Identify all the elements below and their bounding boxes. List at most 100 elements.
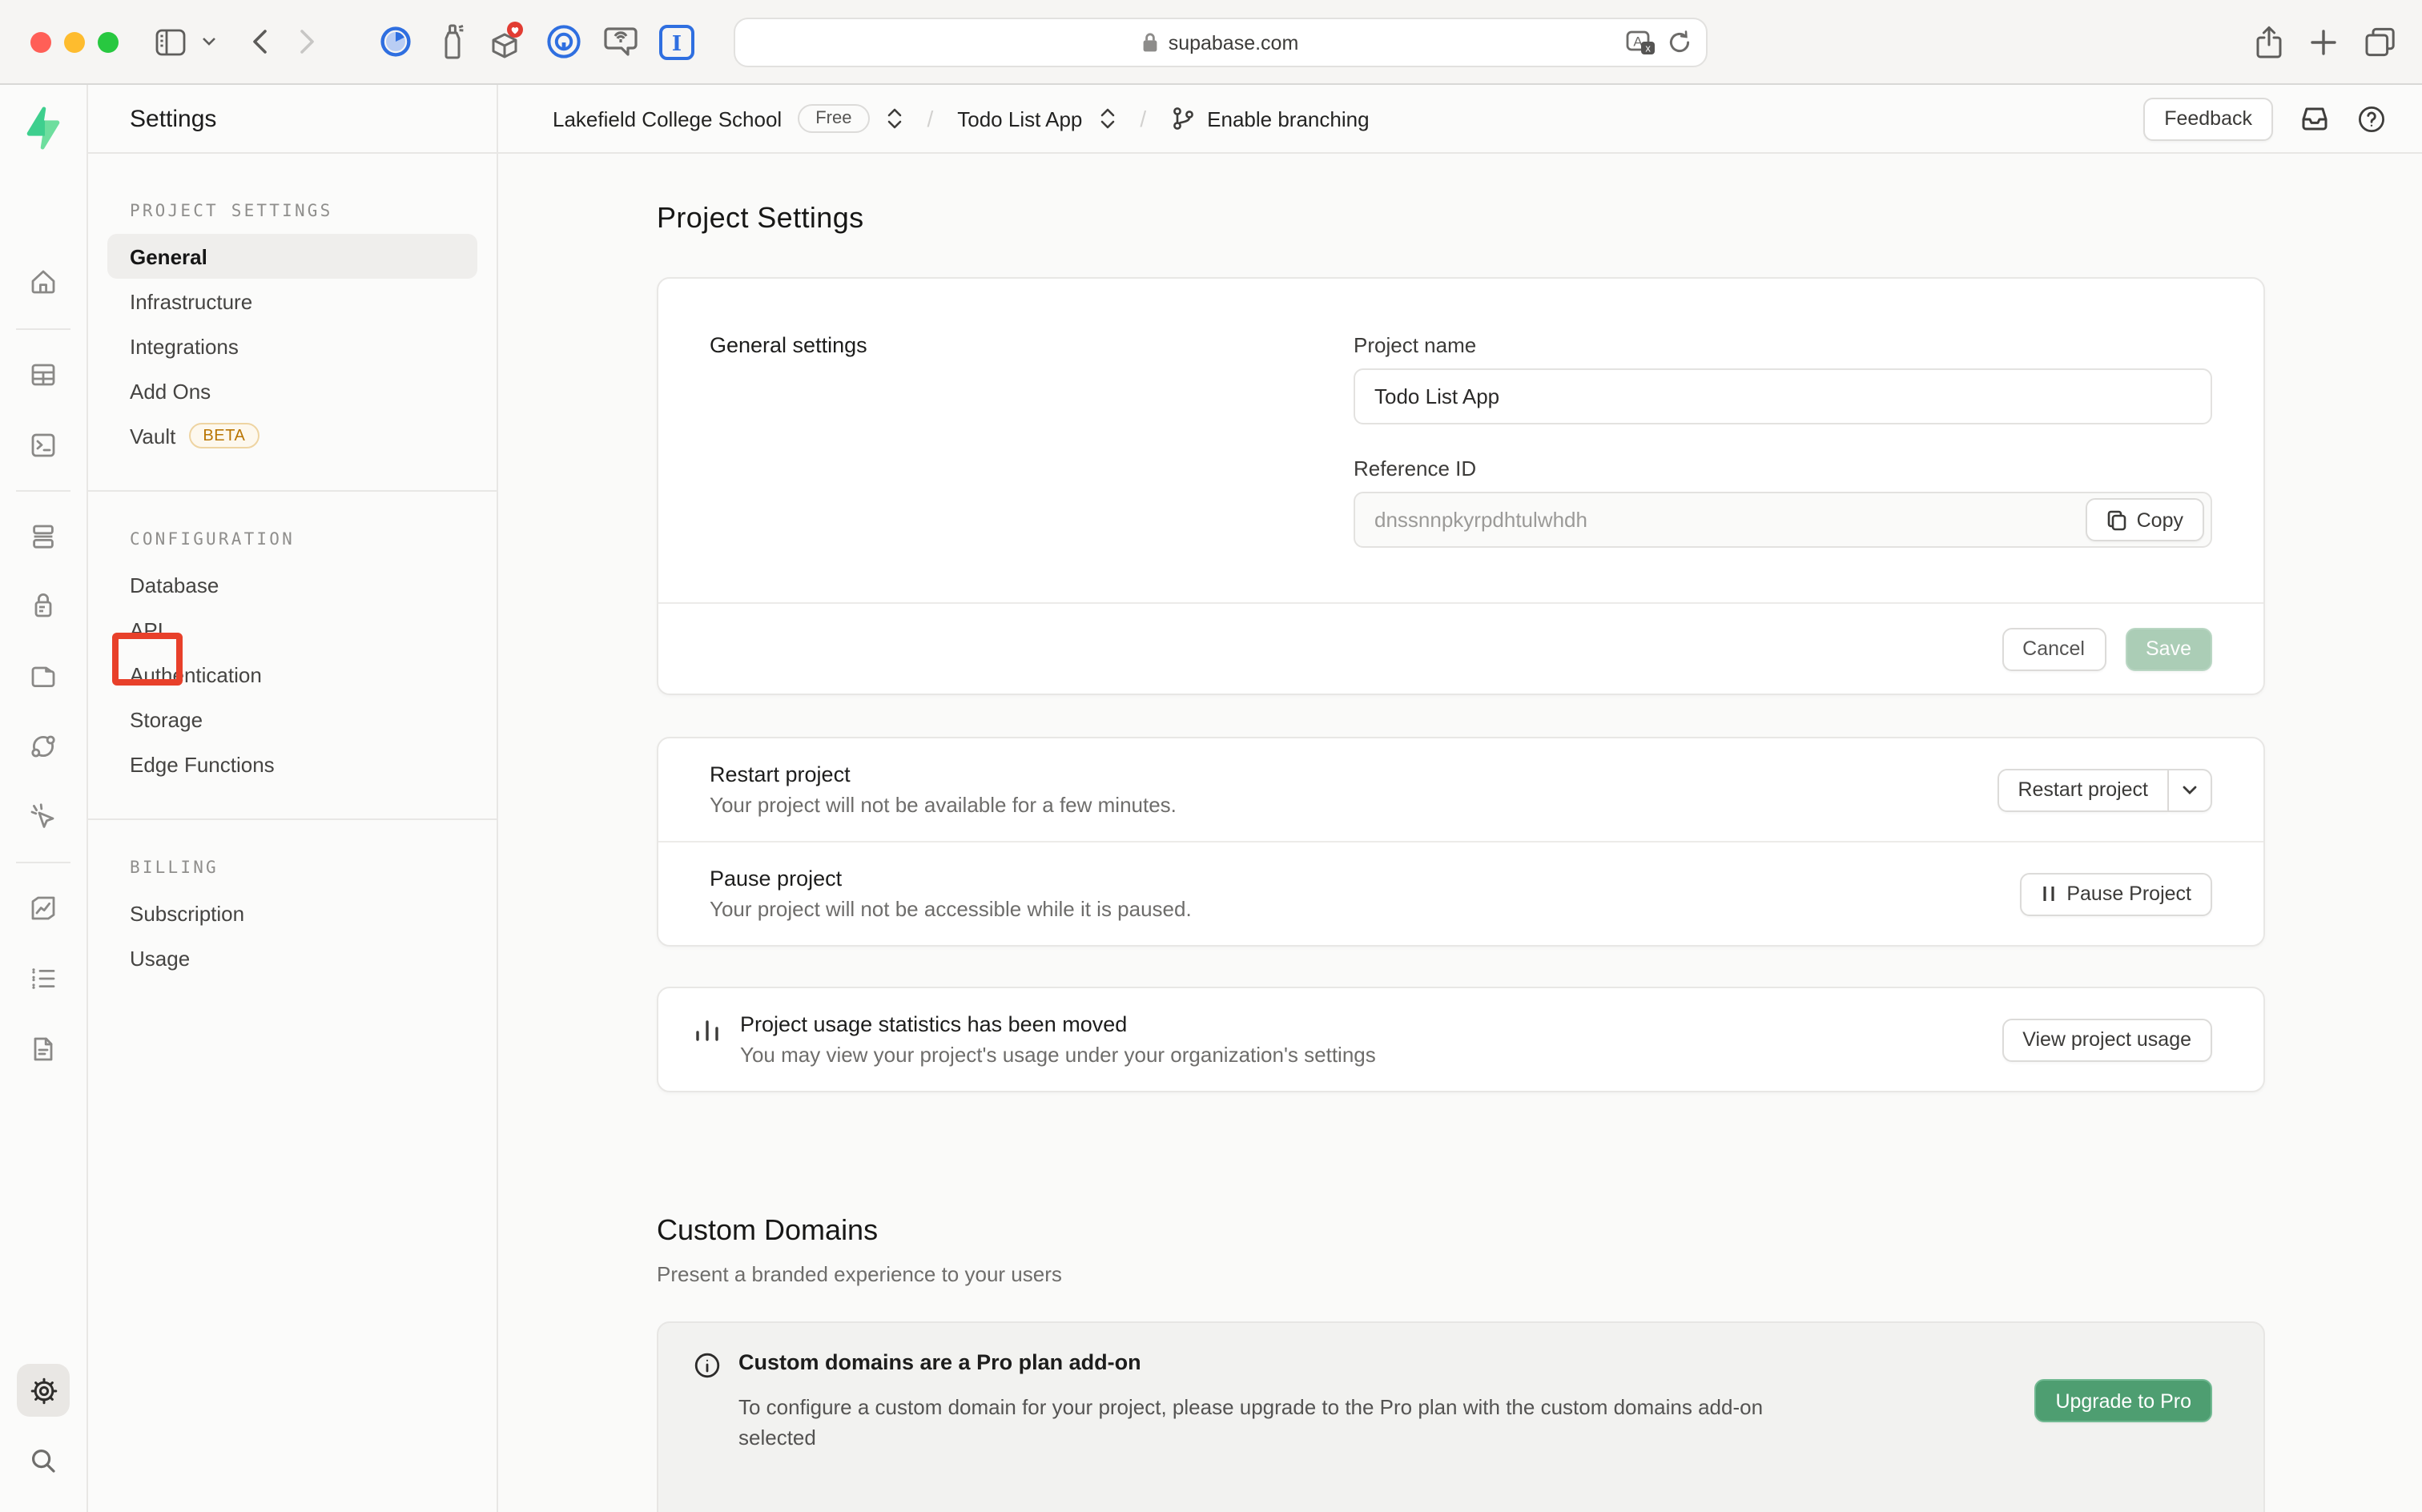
supabase-logo[interactable] — [22, 107, 64, 150]
restart-project-button[interactable]: Restart project — [1997, 768, 2169, 811]
realtime-icon[interactable] — [27, 730, 59, 762]
usage-moved-card: Project usage statistics has been moved … — [657, 987, 2265, 1092]
sidebar-item-storage[interactable]: Storage — [88, 697, 497, 742]
onepassword-extension-icon[interactable] — [543, 21, 585, 62]
general-settings-label: General settings — [710, 333, 1354, 548]
project-name-input[interactable] — [1354, 368, 2212, 424]
reload-icon[interactable] — [1668, 30, 1692, 54]
reference-id-label: Reference ID — [1354, 456, 2212, 481]
view-project-usage-button[interactable]: View project usage — [2002, 1018, 2212, 1061]
project-switcher-icon[interactable] — [1098, 107, 1116, 130]
speech-bubble-extension-icon[interactable] — [599, 21, 641, 62]
logs-icon[interactable] — [27, 963, 59, 995]
advisors-icon[interactable] — [27, 801, 59, 833]
pro-plan-alert-card: Custom domains are a Pro plan add-on To … — [657, 1321, 2265, 1512]
sidebar-item-subscription[interactable]: Subscription — [88, 891, 497, 935]
sidebar-item-add-ons[interactable]: Add Ons — [88, 368, 497, 413]
home-icon[interactable] — [27, 266, 59, 298]
breadcrumb-divider: / — [927, 106, 933, 131]
instapaper-extension-icon[interactable]: I — [655, 21, 697, 62]
settings-gear-icon[interactable] — [17, 1364, 70, 1417]
search-icon[interactable] — [27, 1445, 59, 1477]
package-heart-extension-icon[interactable] — [487, 21, 529, 62]
address-bar[interactable]: supabase.com Ax — [734, 18, 1708, 67]
restart-project-title: Restart project — [710, 762, 1177, 786]
inbox-icon[interactable] — [2299, 104, 2331, 133]
upgrade-to-pro-button[interactable]: Upgrade to Pro — [2034, 1379, 2212, 1422]
reference-id-input — [1354, 492, 2212, 548]
org-switcher-icon[interactable] — [885, 107, 903, 130]
breadcrumb-project[interactable]: Todo List App — [957, 107, 1082, 131]
project-header-bar: Lakefield College School Free / Todo Lis… — [498, 85, 2422, 154]
general-settings-card: General settings Project name Reference … — [657, 277, 2265, 695]
help-icon[interactable] — [2356, 103, 2387, 134]
settings-sidebar: Settings PROJECT SETTINGS General Infras… — [88, 85, 498, 1512]
sidebar-item-api[interactable]: API — [88, 607, 497, 652]
project-name-label: Project name — [1354, 333, 2212, 357]
copy-button[interactable]: Copy — [2086, 498, 2204, 541]
sidebar-item-database[interactable]: Database — [88, 562, 497, 607]
window-controls — [30, 31, 119, 52]
sidebar-item-edge-functions[interactable]: Edge Functions — [88, 742, 497, 786]
sidebar-item-infrastructure[interactable]: Infrastructure — [88, 279, 497, 324]
table-editor-icon[interactable] — [27, 359, 59, 391]
spray-bottle-extension-icon[interactable] — [431, 21, 473, 62]
pause-project-row: Pause project Your project will not be a… — [658, 841, 2263, 945]
git-branch-icon — [1170, 106, 1194, 131]
lock-icon — [1147, 34, 1154, 41]
reports-icon[interactable] — [27, 892, 59, 924]
close-window-button[interactable] — [30, 31, 51, 52]
browser-toolbar: I supabase.com Ax — [0, 0, 2422, 85]
authentication-icon[interactable] — [27, 589, 59, 621]
restart-project-description: Your project will not be available for a… — [710, 793, 1177, 817]
page-title: Project Settings — [657, 202, 2422, 235]
sidebar-item-authentication[interactable]: Authentication — [88, 652, 497, 697]
svg-text:I: I — [671, 31, 681, 55]
sidebar-item-vault[interactable]: VaultBETA — [88, 413, 497, 458]
restart-project-row: Restart project Your project will not be… — [658, 738, 2263, 841]
back-button[interactable] — [237, 21, 282, 62]
translate-icon[interactable]: Ax — [1626, 30, 1656, 55]
info-circle-icon — [694, 1352, 721, 1490]
zoom-window-button[interactable] — [98, 31, 119, 52]
enable-branching-button[interactable]: Enable branching — [1207, 107, 1369, 131]
pro-plan-alert-description: To configure a custom domain for your pr… — [738, 1392, 1796, 1453]
pause-project-description: Your project will not be accessible whil… — [710, 897, 1192, 921]
url-text: supabase.com — [1169, 31, 1299, 54]
sidebar-item-general[interactable]: General — [107, 234, 477, 279]
sidebar-title: Settings — [130, 105, 216, 132]
sidebar-item-usage[interactable]: Usage — [88, 935, 497, 980]
svg-text:x: x — [1645, 41, 1651, 53]
sidebar-toggle-icon[interactable] — [147, 21, 192, 62]
sql-editor-icon[interactable] — [27, 429, 59, 461]
pause-icon — [2041, 884, 2057, 903]
usage-moved-description: You may view your project's usage under … — [740, 1043, 1376, 1067]
beta-badge: BETA — [188, 423, 260, 448]
tab-overview-icon[interactable] — [2364, 27, 2396, 58]
chevron-down-icon[interactable] — [195, 21, 221, 62]
api-docs-icon[interactable] — [27, 1033, 59, 1065]
clock-extension-icon[interactable] — [375, 21, 416, 62]
project-actions-card: Restart project Your project will not be… — [657, 737, 2265, 947]
section-label-billing: BILLING — [88, 820, 497, 878]
pro-plan-alert-title: Custom domains are a Pro plan add-on — [738, 1350, 1796, 1374]
storage-icon[interactable] — [27, 660, 59, 692]
share-icon[interactable] — [2255, 26, 2283, 59]
pause-project-button[interactable]: Pause Project — [2020, 872, 2212, 915]
sidebar-item-integrations[interactable]: Integrations — [88, 324, 497, 368]
restart-options-chevron[interactable] — [2169, 768, 2212, 811]
new-tab-icon[interactable] — [2310, 29, 2337, 56]
plan-badge: Free — [798, 104, 869, 133]
icon-rail — [0, 85, 88, 1512]
breadcrumb-divider-2: / — [1140, 106, 1146, 131]
database-icon[interactable] — [27, 521, 59, 553]
settings-content: Project Settings General settings Projec… — [498, 154, 2422, 1512]
minimize-window-button[interactable] — [64, 31, 85, 52]
bar-chart-icon — [694, 1015, 721, 1043]
forward-button[interactable] — [285, 21, 330, 62]
custom-domains-title: Custom Domains — [657, 1214, 2422, 1248]
save-button[interactable]: Save — [2125, 627, 2212, 670]
breadcrumb-org[interactable]: Lakefield College School — [553, 107, 782, 131]
cancel-button[interactable]: Cancel — [2002, 627, 2106, 670]
feedback-button[interactable]: Feedback — [2143, 97, 2273, 140]
